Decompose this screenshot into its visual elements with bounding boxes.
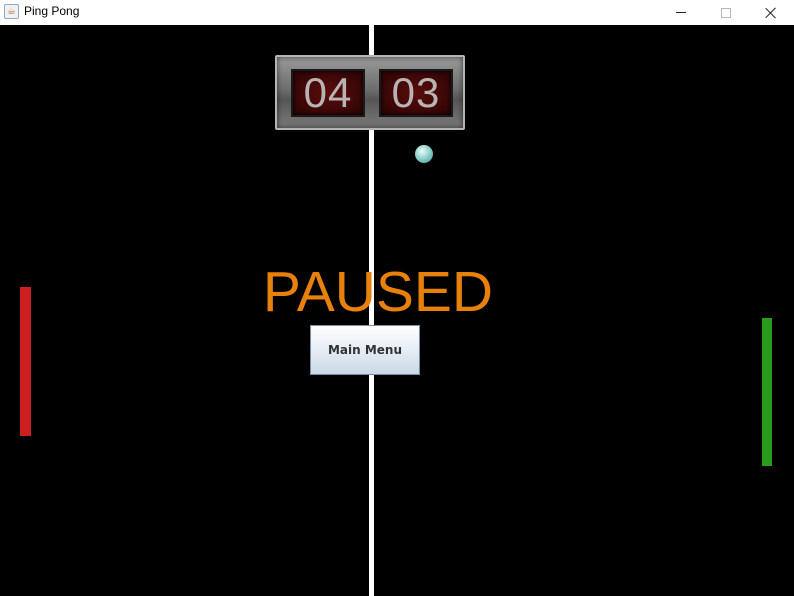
paused-label: PAUSED [262,260,494,324]
minimize-button[interactable] [658,0,704,25]
maximize-button[interactable] [703,0,749,25]
game-court: 04 03 PAUSED Main Menu [0,25,794,596]
close-icon [765,7,777,19]
window-title: Ping Pong [24,4,80,18]
right-paddle [762,318,772,466]
main-menu-button[interactable]: Main Menu [310,325,420,375]
maximize-icon [721,7,731,18]
right-player-score: 03 [379,69,453,117]
minimize-icon [676,12,686,13]
left-player-score: 04 [291,69,365,117]
title-bar: ☕ Ping Pong [0,0,794,25]
ball [415,145,433,163]
java-cup-icon: ☕ [4,4,19,19]
game-window: ☕ Ping Pong 04 03 PAUSED Main Menu [0,0,794,596]
left-paddle [20,287,31,436]
close-button[interactable] [748,0,794,25]
scoreboard: 04 03 [275,55,465,130]
